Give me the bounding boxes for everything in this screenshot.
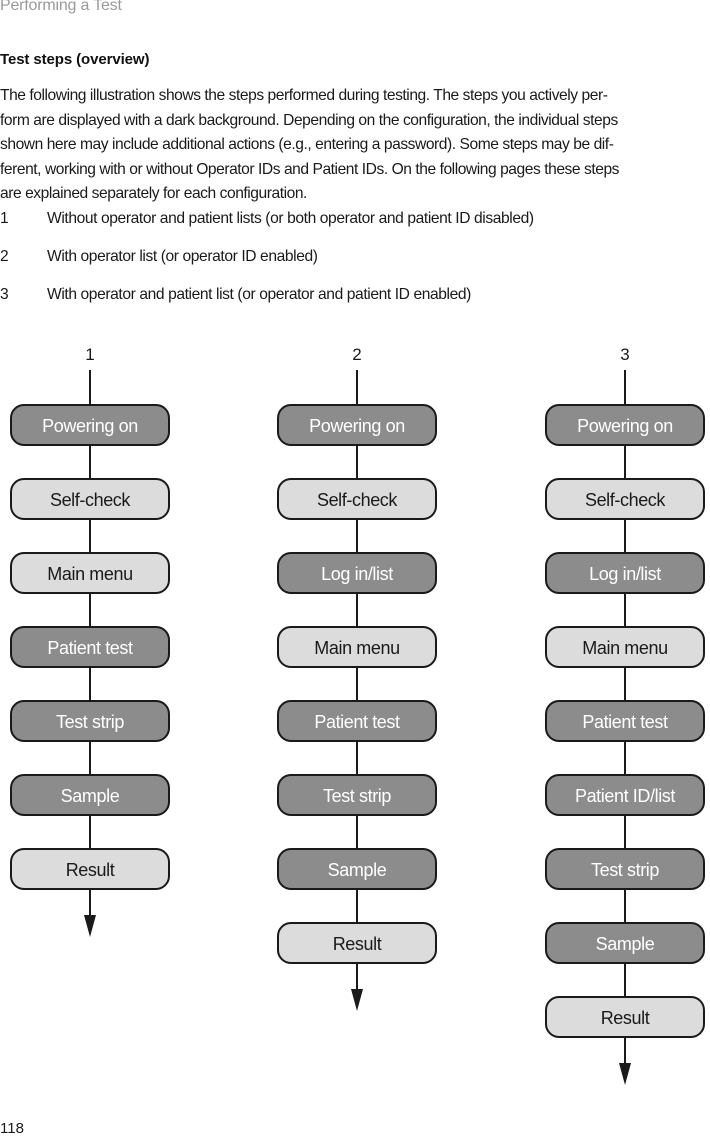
flow-step: Self-check xyxy=(277,478,437,520)
flow-step-label: Sample xyxy=(61,786,120,806)
flow-step-label: Test strip xyxy=(323,786,391,806)
configuration-number: 3 xyxy=(0,286,9,303)
flow-step: Patient test xyxy=(545,700,705,742)
configuration-text: With operator list (or operator ID enabl… xyxy=(47,248,318,265)
flow-step-label: Main menu xyxy=(582,638,667,658)
configuration-number: 2 xyxy=(0,248,9,265)
flowchart-column-2: 2 Powering on Self-check Log in/list Main me… xyxy=(277,345,437,1011)
flow-step: Powering on xyxy=(277,404,437,446)
flow-step: Self-check xyxy=(545,478,705,520)
arrow-down-icon xyxy=(84,915,96,937)
intro-paragraph: The following illustration shows the ste… xyxy=(0,84,710,207)
flow-step-label: Powering on xyxy=(42,416,138,436)
intro-line: ferent, working with or without Operator… xyxy=(0,160,620,178)
flow-step-label: Test strip xyxy=(591,860,659,880)
flow-step: Result xyxy=(277,922,437,964)
flow-step-label: Patient ID/list xyxy=(575,786,675,806)
flow-step-label: Patient test xyxy=(314,712,400,732)
configuration-text: Without operator and patient lists (or b… xyxy=(47,210,534,227)
flow-step: Result xyxy=(545,996,705,1038)
flowchart-column-label: 3 xyxy=(620,345,629,364)
flow-step-label: Log in/list xyxy=(589,564,661,584)
flowchart-diagram: 1 Powering on Self-check Main menu Patient t… xyxy=(10,345,705,1085)
flow-step-label: Result xyxy=(333,934,382,954)
intro-line: form are displayed with a dark backgroun… xyxy=(0,111,618,129)
flow-step: Sample xyxy=(277,848,437,890)
configuration-number: 1 xyxy=(0,210,9,227)
section-title: Test steps (overview) xyxy=(0,51,150,68)
flow-step: Patient test xyxy=(10,626,170,668)
flow-step: Sample xyxy=(10,774,170,816)
flow-step-label: Sample xyxy=(328,860,387,880)
flow-step: Log in/list xyxy=(277,552,437,594)
flow-step-label: Log in/list xyxy=(321,564,393,584)
flow-step: Sample xyxy=(545,922,705,964)
configuration-text: With operator and patient list (or opera… xyxy=(47,286,471,303)
flow-step: Log in/list xyxy=(545,552,705,594)
intro-line: are explained separately for each config… xyxy=(0,185,307,202)
arrow-down-icon xyxy=(619,1063,631,1085)
flowchart-column-3: 3 Powering on Self-check Log in/list Main me… xyxy=(545,345,705,1085)
flow-step: Powering on xyxy=(10,404,170,446)
flowchart-column-1: 1 Powering on Self-check Main menu Patient t… xyxy=(10,345,170,937)
flow-step-label: Main menu xyxy=(314,638,399,658)
flow-step: Self-check xyxy=(10,478,170,520)
flow-step: Patient ID/list xyxy=(545,774,705,816)
flow-step-label: Self-check xyxy=(585,490,666,510)
flow-step-label: Patient test xyxy=(47,638,133,658)
flow-step-label: Self-check xyxy=(50,490,131,510)
flow-step: Test strip xyxy=(545,848,705,890)
flow-step: Test strip xyxy=(277,774,437,816)
flow-step-label: Powering on xyxy=(577,416,673,436)
flow-step: Main menu xyxy=(545,626,705,668)
intro-line: The following illustration shows the ste… xyxy=(0,87,608,104)
flowchart-column-label: 2 xyxy=(352,345,361,364)
flow-step-label: Powering on xyxy=(309,416,405,436)
flowchart-column-label: 1 xyxy=(85,345,94,364)
flow-step-label: Result xyxy=(601,1008,650,1028)
flow-step-label: Self-check xyxy=(317,490,398,510)
running-header: Performing a Test xyxy=(0,0,122,14)
flow-step-label: Patient test xyxy=(582,712,668,732)
flow-step: Powering on xyxy=(545,404,705,446)
arrow-down-icon xyxy=(351,989,363,1011)
flow-step-label: Sample xyxy=(596,934,655,954)
flow-step-label: Result xyxy=(66,860,115,880)
flow-step-label: Test strip xyxy=(56,712,124,732)
flow-step: Patient test xyxy=(277,700,437,742)
page-number: 118 xyxy=(0,1120,24,1137)
flow-step: Main menu xyxy=(10,552,170,594)
flow-step: Main menu xyxy=(277,626,437,668)
intro-line: shown here may include additional action… xyxy=(0,136,614,153)
flow-step-label: Main menu xyxy=(47,564,132,584)
flow-step: Test strip xyxy=(10,700,170,742)
flow-step: Result xyxy=(10,848,170,890)
